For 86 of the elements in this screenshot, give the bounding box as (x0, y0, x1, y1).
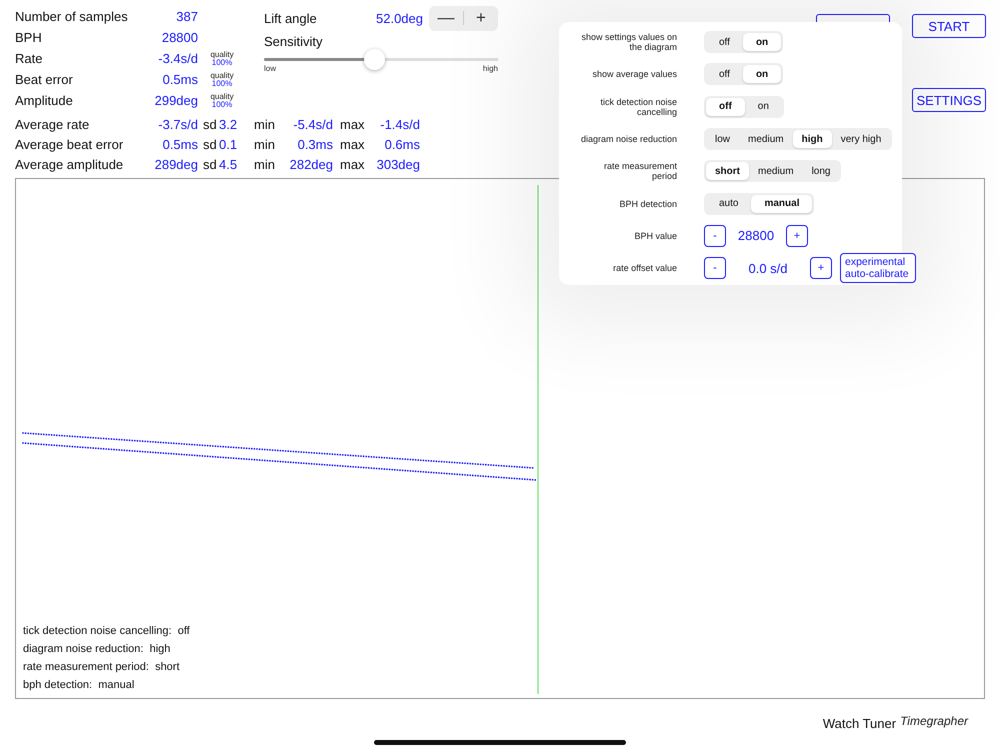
sd-label: sd (202, 156, 217, 172)
summary-line: bph detection: manual (23, 678, 136, 693)
min-value: -5.4s/d (292, 116, 333, 132)
decrement-button[interactable]: — (429, 8, 463, 28)
max-label: max (339, 156, 365, 172)
max-value: 0.6ms (384, 136, 420, 152)
setting-label: rate measurement period (602, 161, 677, 182)
auto-calibrate-button[interactable]: experimental auto-calibrate (840, 253, 916, 284)
setting-label: diagram noise reduction (580, 134, 677, 144)
increment-button[interactable]: + (786, 224, 808, 247)
segment-option[interactable]: on (742, 33, 782, 52)
segment-option[interactable]: manual (751, 194, 812, 213)
min-label: min (254, 156, 274, 172)
lift-angle-label: Lift angle (264, 10, 318, 26)
average-label: Average amplitude (15, 156, 124, 172)
quality-value: 100% (212, 58, 232, 66)
segment-option[interactable]: very high (832, 130, 890, 148)
setting-label: show average values (591, 69, 677, 80)
decrement-button[interactable]: - (704, 257, 726, 280)
stat-label: Amplitude (15, 93, 74, 108)
lift-angle-value: 52.0deg (376, 10, 423, 26)
app-subtitle: Timegrapher (900, 714, 968, 728)
segment-option[interactable]: on (742, 65, 782, 84)
quality-label: quality (210, 50, 234, 58)
average-value: 0.5ms (162, 136, 198, 152)
quality-value: 100% (212, 100, 232, 108)
segment-option[interactable]: high (792, 130, 832, 148)
stat-label: Number of samples (15, 9, 129, 24)
stat-value: 28800 (160, 30, 198, 45)
stepper-value: 0.0 s/d (747, 260, 789, 276)
min-value: 282deg (288, 156, 333, 172)
segment-option[interactable]: short (706, 162, 749, 180)
max-value: -1.4s/d (379, 116, 420, 132)
average-label: Average beat error (15, 136, 124, 152)
setting-label: BPH value (633, 230, 677, 241)
stat-label: Rate (15, 51, 44, 66)
average-label: Average rate (15, 116, 90, 132)
setting-label: rate offset value (612, 263, 677, 274)
segment-option[interactable]: off (706, 33, 743, 52)
slider-max-label: high (482, 64, 498, 73)
segment-option[interactable]: medium (749, 162, 803, 180)
slider-thumb[interactable] (364, 49, 385, 70)
segment-option[interactable]: medium (739, 130, 793, 148)
summary-line: rate measurement period: short (23, 660, 181, 675)
min-label: min (254, 136, 274, 152)
min-label: min (254, 116, 274, 132)
stepper-value: 28800 (736, 228, 776, 244)
start-button[interactable]: START (912, 14, 986, 38)
stat-value: -3.4s/d (157, 51, 198, 66)
quality-value: 100% (212, 80, 232, 88)
segment-option[interactable]: low (706, 130, 740, 148)
average-value: -3.7s/d (157, 116, 198, 132)
increment-button[interactable]: + (464, 8, 498, 28)
sd-value: 4.5 (218, 156, 238, 172)
slider-min-label: low (264, 64, 276, 73)
stat-label: BPH (15, 30, 43, 45)
decrement-button[interactable]: - (704, 224, 726, 247)
average-value: 289deg (154, 156, 198, 172)
settings-button[interactable]: SETTINGS (912, 88, 986, 112)
setting-label: show settings values on the diagram (580, 32, 677, 52)
setting-label: BPH detection (618, 198, 677, 209)
summary-line: diagram noise reduction: high (23, 642, 172, 657)
stat-value: 299deg (154, 93, 198, 108)
quality-label: quality (210, 72, 234, 80)
max-label: max (339, 116, 365, 132)
segment-option[interactable]: off (706, 65, 743, 84)
segment-option[interactable]: on (744, 98, 782, 116)
increment-button[interactable]: + (810, 257, 832, 280)
setting-label: tick detection noise cancelling (599, 96, 677, 117)
summary-line: tick detection noise cancelling: off (23, 624, 191, 639)
stat-value: 0.5ms (162, 72, 198, 87)
sensitivity-label: Sensitivity (264, 34, 324, 49)
stat-value: 387 (175, 9, 198, 24)
stat-label: Beat error (15, 72, 74, 87)
sd-value: 3.2 (218, 116, 238, 132)
max-label: max (339, 136, 365, 152)
segment-option[interactable]: long (802, 162, 840, 180)
sd-label: sd (202, 116, 217, 132)
max-value: 303deg (376, 156, 420, 172)
sd-value: 0.1 (218, 136, 238, 152)
segment-option[interactable]: auto (706, 194, 752, 213)
quality-label: quality (210, 92, 234, 100)
segment-option[interactable]: off (706, 98, 745, 116)
app-name: Watch Tuner (822, 716, 896, 731)
sd-label: sd (202, 136, 217, 152)
min-value: 0.3ms (296, 136, 333, 152)
